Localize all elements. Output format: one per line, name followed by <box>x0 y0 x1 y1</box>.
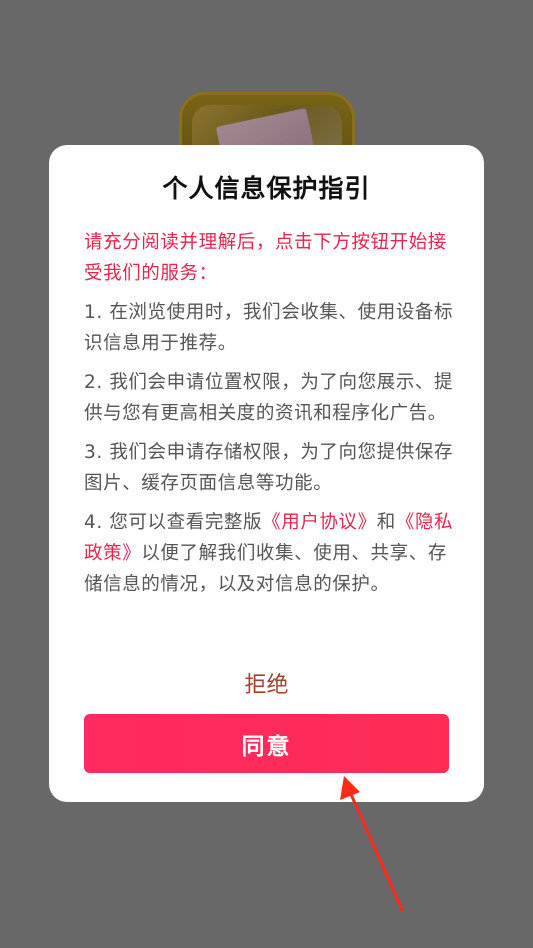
dialog-content: 请充分阅读并理解后，点击下方按钮开始接受我们的服务： 1. 在浏览使用时，我们会… <box>84 227 454 608</box>
policy-item-4-and: 和 <box>376 512 396 533</box>
policy-item-4-prefix: 4. 您可以查看完整版 <box>84 512 263 533</box>
user-agreement-link[interactable]: 《用户协议》 <box>262 512 377 533</box>
dialog-title: 个人信息保护指引 <box>162 174 371 203</box>
red-arrow-icon <box>340 776 404 912</box>
privacy-dialog: 个人信息保护指引 请充分阅读并理解后，点击下方按钮开始接受我们的服务： 1. 在… <box>49 145 484 802</box>
policy-item-3: 3. 我们会申请存储权限，为了向您提供保存图片、缓存页面信息等功能。 <box>84 442 454 494</box>
intro-text: 请充分阅读并理解后，点击下方按钮开始接受我们的服务： <box>84 232 447 284</box>
policy-item-1: 1. 在浏览使用时，我们会收集、使用设备标识信息用于推荐。 <box>84 302 454 354</box>
agree-button[interactable]: 同意 <box>84 714 449 773</box>
policy-item-2: 2. 我们会申请位置权限，为了向您展示、提供与您有更高相关度的资讯和程序化广告。 <box>84 372 454 424</box>
reject-button[interactable]: 拒绝 <box>49 667 484 699</box>
policy-item-4: 4. 您可以查看完整版《用户协议》和《隐私政策》以便了解我们收集、使用、共享、存… <box>84 507 454 600</box>
